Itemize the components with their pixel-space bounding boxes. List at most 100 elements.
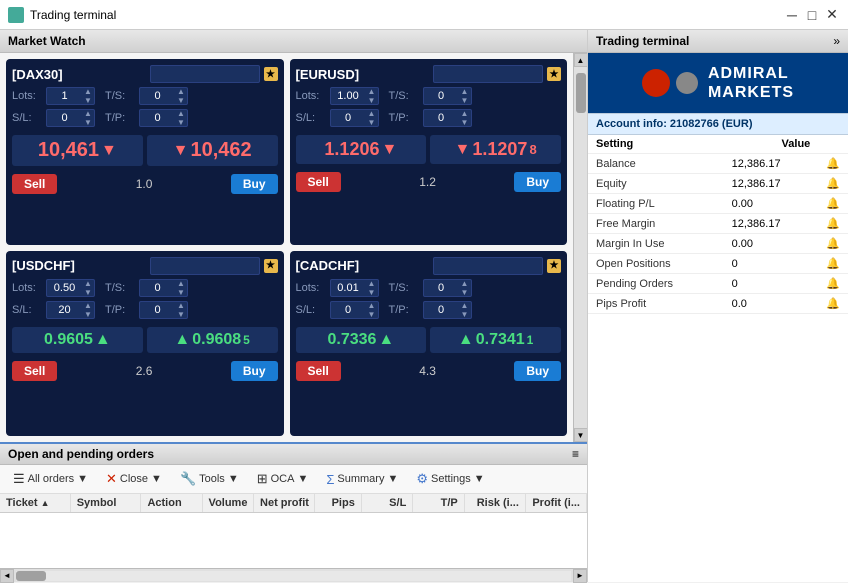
lots-spinbox[interactable]: ▲ ▼ [330,87,379,105]
ts-down-btn[interactable]: ▼ [175,288,187,297]
sl-up-btn[interactable]: ▲ [82,109,94,118]
all-orders-button[interactable]: ☰ All orders ▼ [6,468,95,490]
settings-button[interactable]: ⚙ Settings ▼ [409,468,491,490]
lots-input[interactable] [331,90,366,102]
ts-spinbox[interactable]: ▲ ▼ [423,279,472,297]
ts-down-btn[interactable]: ▼ [459,288,471,297]
bell-icon[interactable]: 🔔 [818,194,848,214]
sell-button[interactable]: Sell [12,361,57,381]
bell-icon[interactable]: 🔔 [818,234,848,254]
tp-spinbox[interactable]: ▲ ▼ [423,109,472,127]
bell-icon[interactable]: 🔔 [818,274,848,294]
sl-spinbox[interactable]: ▲ ▼ [46,109,95,127]
bell-icon[interactable]: 🔔 [818,214,848,234]
card-star-icon[interactable]: ★ [264,67,278,81]
tp-spinbox[interactable]: ▲ ▼ [139,109,188,127]
tp-up-btn[interactable]: ▲ [459,109,471,118]
lots-up-btn[interactable]: ▲ [82,87,94,96]
lots-spinbox[interactable]: ▲ ▼ [46,279,95,297]
sl-up-btn[interactable]: ▲ [366,109,378,118]
ts-up-btn[interactable]: ▲ [459,279,471,288]
ts-input[interactable] [424,282,459,294]
sl-input[interactable] [47,112,82,124]
tp-spinbox[interactable]: ▲ ▼ [139,301,188,319]
ts-input[interactable] [140,90,175,102]
sl-spinbox[interactable]: ▲ ▼ [330,301,379,319]
buy-button[interactable]: Buy [514,172,561,192]
lots-up-btn[interactable]: ▲ [82,279,94,288]
sl-spinbox[interactable]: ▲ ▼ [330,109,379,127]
market-watch-scrollbar[interactable]: ▲ ▼ [573,53,587,442]
sell-button[interactable]: Sell [296,172,341,192]
card-star-icon[interactable]: ★ [264,259,278,273]
bell-icon[interactable]: 🔔 [818,154,848,174]
summary-button[interactable]: Σ Summary ▼ [319,469,405,490]
ts-up-btn[interactable]: ▲ [175,87,187,96]
ts-down-btn[interactable]: ▼ [175,96,187,105]
tp-input[interactable] [424,112,459,124]
card-star-icon[interactable]: ★ [547,67,561,81]
lots-down-btn[interactable]: ▼ [366,288,378,297]
sl-input[interactable] [331,304,366,316]
scroll-down-button[interactable]: ▼ [574,428,588,442]
right-expand-button[interactable]: » [833,34,840,48]
sl-down-btn[interactable]: ▼ [82,310,94,319]
bell-icon[interactable]: 🔔 [818,174,848,194]
tp-input[interactable] [424,304,459,316]
card-input[interactable] [433,257,543,275]
sl-input[interactable] [47,304,82,316]
tp-input[interactable] [140,304,175,316]
lots-up-btn[interactable]: ▲ [366,87,378,96]
ts-up-btn[interactable]: ▲ [459,87,471,96]
sl-down-btn[interactable]: ▼ [82,118,94,127]
ts-input[interactable] [140,282,175,294]
sl-spinbox[interactable]: ▲ ▼ [46,301,95,319]
tp-spinbox[interactable]: ▲ ▼ [423,301,472,319]
lots-down-btn[interactable]: ▼ [82,96,94,105]
scroll-thumb[interactable] [576,73,586,113]
lots-input[interactable] [331,282,366,294]
sl-down-btn[interactable]: ▼ [366,118,378,127]
card-input[interactable] [150,65,260,83]
ts-spinbox[interactable]: ▲ ▼ [139,279,188,297]
ts-spinbox[interactable]: ▲ ▼ [423,87,472,105]
card-input[interactable] [433,65,543,83]
sl-up-btn[interactable]: ▲ [366,301,378,310]
card-input[interactable] [150,257,260,275]
horizontal-scrollbar[interactable]: ◄ ► [0,568,587,582]
lots-input[interactable] [47,282,82,294]
tp-down-btn[interactable]: ▼ [459,118,471,127]
lots-spinbox[interactable]: ▲ ▼ [46,87,95,105]
scroll-h-thumb[interactable] [16,571,46,581]
tp-down-btn[interactable]: ▼ [175,310,187,319]
sl-input[interactable] [331,112,366,124]
minimize-button[interactable]: ─ [784,7,800,23]
bell-icon[interactable]: 🔔 [818,254,848,274]
buy-button[interactable]: Buy [514,361,561,381]
bell-icon[interactable]: 🔔 [818,294,848,314]
scroll-left-button[interactable]: ◄ [0,569,14,583]
tp-up-btn[interactable]: ▲ [459,301,471,310]
sell-button[interactable]: Sell [12,174,57,194]
tools-button[interactable]: 🔧 Tools ▼ [173,468,246,490]
lots-down-btn[interactable]: ▼ [366,96,378,105]
sell-button[interactable]: Sell [296,361,341,381]
close-button[interactable]: ✕ Close ▼ [99,468,169,490]
ts-down-btn[interactable]: ▼ [459,96,471,105]
lots-input[interactable] [47,90,82,102]
card-star-icon[interactable]: ★ [547,259,561,273]
ts-spinbox[interactable]: ▲ ▼ [139,87,188,105]
tp-down-btn[interactable]: ▼ [459,310,471,319]
lots-up-btn[interactable]: ▲ [366,279,378,288]
sl-up-btn[interactable]: ▲ [82,301,94,310]
scroll-right-button[interactable]: ► [573,569,587,583]
tp-down-btn[interactable]: ▼ [175,118,187,127]
close-button[interactable]: ✕ [824,7,840,23]
ts-input[interactable] [424,90,459,102]
tp-up-btn[interactable]: ▲ [175,109,187,118]
ts-up-btn[interactable]: ▲ [175,279,187,288]
tp-up-btn[interactable]: ▲ [175,301,187,310]
maximize-button[interactable]: □ [804,7,820,23]
sl-down-btn[interactable]: ▼ [366,310,378,319]
lots-spinbox[interactable]: ▲ ▼ [330,279,379,297]
